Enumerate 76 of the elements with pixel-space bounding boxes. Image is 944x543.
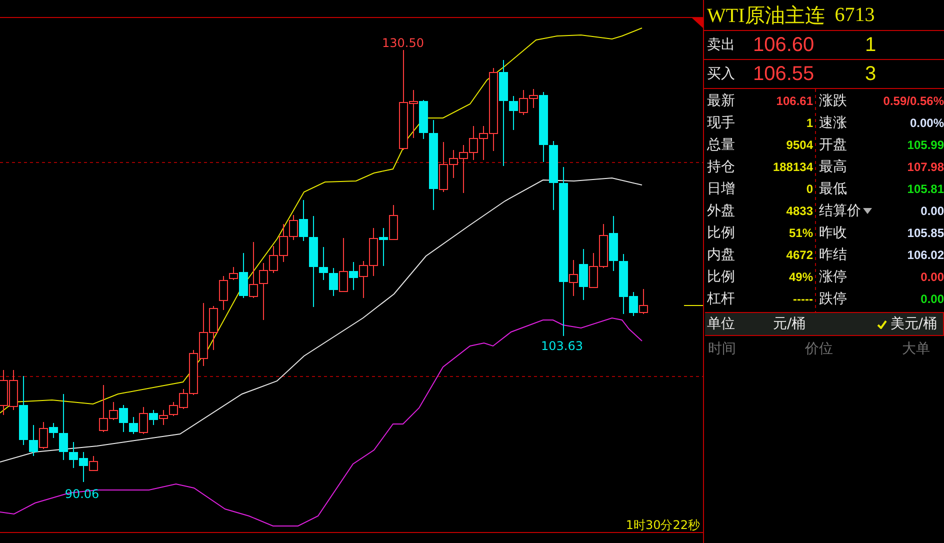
stat-label: 现手 (707, 114, 735, 132)
corner-marker-icon (692, 18, 703, 28)
stat-label: 外盘 (707, 202, 735, 220)
candlestick (379, 228, 388, 266)
stat-value: 107.98 (906, 160, 944, 174)
candlestick (609, 216, 618, 272)
high-price-label: 130.50 (382, 36, 424, 50)
stat-value: 0 (805, 182, 813, 196)
stat-label: 最低 (819, 180, 847, 198)
stat-value: ----- (792, 292, 813, 306)
stat-value: 0.59/0.56% (882, 94, 944, 108)
stat-label: 比例 (707, 268, 735, 286)
column-header: 价位 (805, 340, 833, 358)
quote-volume: 1 (865, 34, 878, 56)
stat-value: 105.99 (906, 138, 944, 152)
stat-label: 最新 (707, 92, 735, 110)
candlestick (469, 126, 478, 160)
stat-label: 涨跌 (819, 92, 847, 110)
stat-label: 开盘 (819, 136, 847, 154)
candlestick (639, 288, 648, 314)
check-icon (877, 320, 888, 328)
candlestick (599, 224, 608, 268)
stat-label: 速涨 (819, 114, 847, 132)
stat-value: 0.00 (920, 204, 944, 218)
stat-value: 106.61 (775, 94, 813, 108)
quote-price: 106.60 (753, 34, 816, 56)
candlestick (519, 90, 528, 116)
stat-value: 106.02 (906, 248, 944, 262)
unit-option[interactable]: 元/桶 (773, 315, 806, 333)
quote-price: 106.55 (753, 62, 816, 86)
stat-label: 持仓 (707, 158, 735, 176)
candlestick (359, 260, 368, 298)
stat-label: 跌停 (819, 290, 847, 308)
stat-label: 日增 (707, 180, 735, 198)
stat-label: 涨停 (819, 268, 847, 286)
stat-label: 最高 (819, 158, 847, 176)
instrument-code: 6713 (834, 4, 875, 26)
stat-value: 49% (788, 270, 813, 284)
caret-icon[interactable] (863, 208, 872, 214)
column-header: 大单 (902, 340, 930, 358)
candlestick (209, 306, 218, 350)
low-price-label: 90.06 (64, 487, 100, 501)
stat-label: 比例 (707, 224, 735, 242)
candlestick (199, 302, 208, 366)
low-price-label: 103.63 (541, 339, 583, 353)
stat-value: 9504 (785, 138, 813, 152)
unit-option[interactable]: 美元/桶 (877, 315, 937, 333)
countdown-timer: 1时30分22秒 (626, 518, 700, 532)
stat-label: 内盘 (707, 246, 735, 264)
column-header: 时间 (708, 340, 736, 358)
stat-label: 昨收 (819, 224, 847, 242)
stat-value: 1 (805, 116, 813, 130)
stat-value: 4672 (785, 248, 813, 262)
instrument-title: WTI原油主连 (707, 4, 825, 28)
candlestick (249, 242, 258, 298)
stat-value: 105.81 (906, 182, 944, 196)
quote-label: 卖出 (707, 36, 736, 54)
unit-label: 单位 (707, 315, 736, 333)
stat-label[interactable]: 结算价 (819, 202, 872, 220)
candlestick (369, 228, 378, 276)
stat-value: 188134 (772, 160, 813, 174)
stat-value: 105.85 (906, 226, 944, 240)
stat-label: 总量 (707, 136, 735, 154)
candlestick (389, 204, 398, 240)
stat-value: 4833 (785, 204, 813, 218)
stat-value: 0.00% (908, 116, 944, 130)
stat-label: 昨结 (819, 246, 847, 264)
quote-label: 买入 (707, 65, 736, 83)
stat-value: 0.00 (920, 270, 944, 284)
stat-value: 51% (788, 226, 813, 240)
stat-value: 0.00 (920, 292, 944, 306)
price-marker-line (684, 305, 703, 306)
quote-volume: 3 (865, 62, 878, 86)
candlestick (159, 410, 168, 426)
candlestick (169, 402, 178, 416)
stat-label: 杠杆 (707, 290, 735, 308)
